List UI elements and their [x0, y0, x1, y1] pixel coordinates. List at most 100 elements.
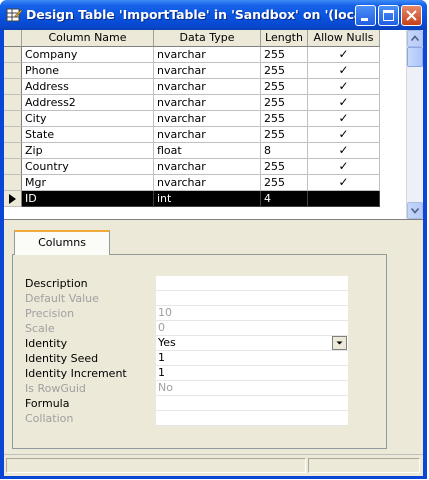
cell-allow-nulls[interactable]: ✓ [308, 79, 380, 95]
close-icon [406, 10, 417, 21]
cell-length[interactable]: 8 [261, 143, 308, 159]
cell-data-type[interactable]: nvarchar [154, 159, 261, 175]
row-selector[interactable] [4, 79, 22, 95]
cell-allow-nulls[interactable]: ✓ [308, 63, 380, 79]
row-selector[interactable] [4, 127, 22, 143]
status-bar [4, 454, 423, 476]
header-length[interactable]: Length [261, 30, 308, 47]
cell-column-name[interactable]: Country [22, 159, 154, 175]
property-label-default-value: Default Value [25, 292, 99, 305]
property-value-scale: 0 [156, 321, 348, 336]
grid-vertical-scrollbar[interactable] [406, 30, 423, 219]
cell-length[interactable]: 255 [261, 159, 308, 175]
chevron-down-icon [336, 341, 343, 345]
property-label-description: Description [25, 277, 88, 290]
scroll-thumb[interactable] [407, 47, 423, 67]
dropdown-button[interactable] [332, 336, 347, 350]
header-allow-nulls[interactable]: Allow Nulls [308, 30, 380, 47]
property-value-description[interactable] [156, 276, 348, 291]
cell-length[interactable]: 255 [261, 111, 308, 127]
property-value-formula[interactable] [156, 396, 348, 411]
cell-column-name[interactable]: Phone [22, 63, 154, 79]
property-label-formula: Formula [25, 397, 70, 410]
row-selector[interactable] [4, 191, 22, 207]
cell-length[interactable]: 4 [261, 191, 308, 207]
cell-column-name[interactable]: Address2 [22, 95, 154, 111]
scroll-up-button[interactable] [407, 30, 423, 47]
window-client-area: Column Name Data Type Length Allow Nulls… [4, 30, 423, 476]
property-value-identity-increment[interactable]: 1 [156, 366, 348, 381]
status-pane-main [6, 458, 306, 473]
close-button[interactable] [401, 5, 422, 26]
property-label-is-rowguid: Is RowGuid [25, 382, 86, 395]
column-grid[interactable]: Column Name Data Type Length Allow Nulls… [4, 30, 423, 220]
minimize-button[interactable] [355, 5, 376, 26]
cell-data-type[interactable]: nvarchar [154, 79, 261, 95]
cell-data-type[interactable]: nvarchar [154, 95, 261, 111]
cell-data-type[interactable]: nvarchar [154, 63, 261, 79]
cell-allow-nulls[interactable] [308, 191, 380, 207]
cell-data-type[interactable]: nvarchar [154, 47, 261, 63]
status-pane-secondary [308, 458, 420, 473]
property-label-precision: Precision [25, 307, 75, 320]
minimize-icon [361, 18, 368, 21]
row-selector[interactable] [4, 175, 22, 191]
cell-data-type[interactable]: nvarchar [154, 111, 261, 127]
row-selector[interactable] [4, 95, 22, 111]
cell-allow-nulls[interactable]: ✓ [308, 159, 380, 175]
cell-column-name[interactable]: Company [22, 47, 154, 63]
maximize-button[interactable] [378, 5, 399, 26]
property-label-identity: Identity [25, 337, 68, 350]
cell-column-name[interactable]: City [22, 111, 154, 127]
property-value-text: 1 [158, 366, 165, 379]
property-value-collation [156, 411, 348, 426]
row-selector[interactable] [4, 63, 22, 79]
property-label-identity-increment: Identity Increment [25, 367, 127, 380]
cell-data-type[interactable]: nvarchar [154, 127, 261, 143]
cell-column-name[interactable]: ID [22, 191, 154, 207]
cell-data-type[interactable]: float [154, 143, 261, 159]
cell-allow-nulls[interactable]: ✓ [308, 111, 380, 127]
property-value-identity-seed[interactable]: 1 [156, 351, 348, 366]
cell-length[interactable]: 255 [261, 175, 308, 191]
cell-allow-nulls[interactable]: ✓ [308, 175, 380, 191]
property-value-text: 1 [158, 351, 165, 364]
row-selector[interactable] [4, 47, 22, 63]
property-value-text: No [158, 381, 173, 394]
properties-tab-area: Description Default Value Precision 10 Scale… [4, 230, 423, 452]
property-value-text: Yes [158, 336, 176, 349]
cell-column-name[interactable]: Mgr [22, 175, 154, 191]
design-table-window: Design Table 'ImportTable' in 'Sandbox' … [0, 0, 427, 479]
cell-length[interactable]: 255 [261, 95, 308, 111]
row-selector[interactable] [4, 159, 22, 175]
header-column-name[interactable]: Column Name [22, 30, 154, 47]
cell-column-name[interactable]: Zip [22, 143, 154, 159]
cell-length[interactable]: 255 [261, 63, 308, 79]
cell-column-name[interactable]: State [22, 127, 154, 143]
cell-data-type[interactable]: int [154, 191, 261, 207]
maximize-icon [383, 10, 394, 21]
cell-allow-nulls[interactable]: ✓ [308, 95, 380, 111]
window-title: Design Table 'ImportTable' in 'Sandbox' … [26, 7, 376, 22]
property-label-identity-seed: Identity Seed [25, 352, 99, 365]
cell-length[interactable]: 255 [261, 79, 308, 95]
property-value-identity[interactable]: Yes [156, 336, 348, 351]
cell-length[interactable]: 255 [261, 47, 308, 63]
tab-columns[interactable]: Columns [14, 230, 110, 255]
row-selector[interactable] [4, 143, 22, 159]
table-design-icon [6, 8, 22, 22]
cell-column-name[interactable]: Address [22, 79, 154, 95]
cell-data-type[interactable]: nvarchar [154, 175, 261, 191]
cell-allow-nulls[interactable]: ✓ [308, 47, 380, 63]
property-value-precision: 10 [156, 306, 348, 321]
property-value-text: 10 [158, 306, 172, 319]
cell-allow-nulls[interactable]: ✓ [308, 127, 380, 143]
title-bar[interactable]: Design Table 'ImportTable' in 'Sandbox' … [0, 0, 427, 30]
cell-length[interactable]: 255 [261, 127, 308, 143]
header-data-type[interactable]: Data Type [154, 30, 261, 47]
property-value-is-rowguid: No [156, 381, 348, 396]
scroll-down-button[interactable] [407, 202, 423, 219]
property-value-default-value [156, 291, 348, 306]
row-selector[interactable] [4, 111, 22, 127]
cell-allow-nulls[interactable]: ✓ [308, 143, 380, 159]
